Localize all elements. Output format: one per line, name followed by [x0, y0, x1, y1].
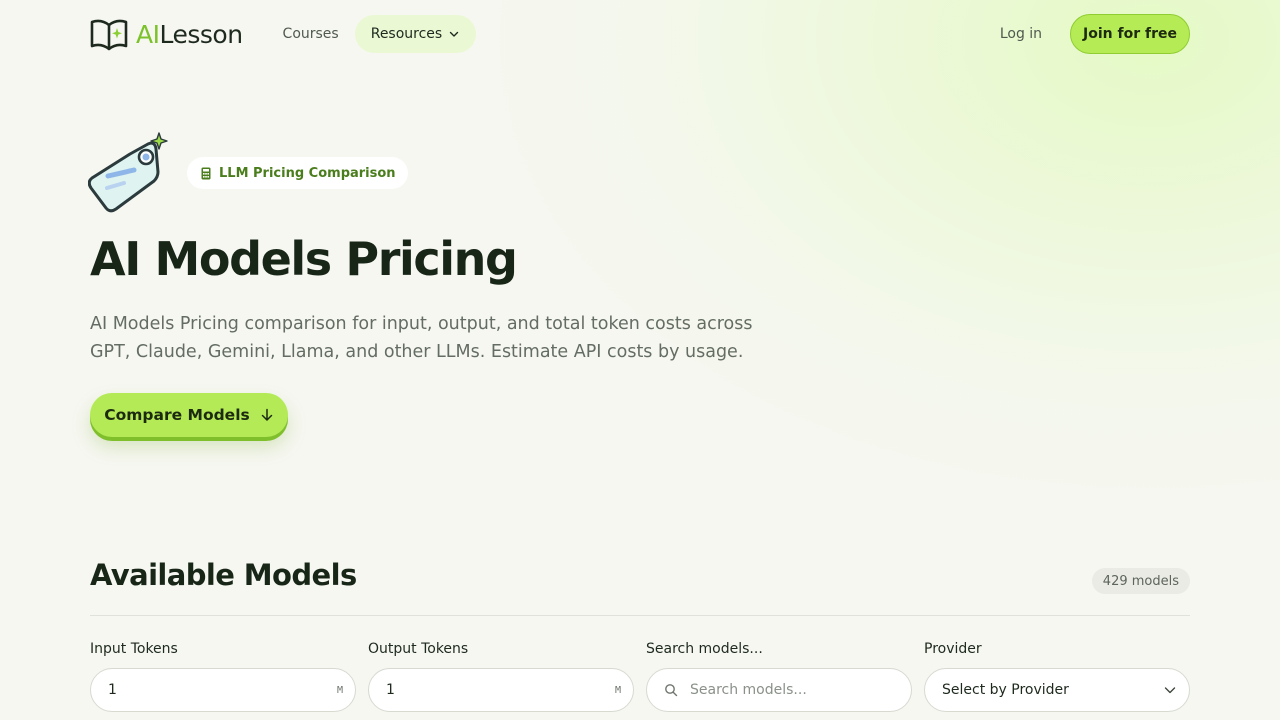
input-tokens-field: Input Tokens 1 M	[90, 641, 356, 712]
page: AILesson Courses Resources Log in Join f…	[0, 0, 1280, 720]
nav-courses[interactable]: Courses	[273, 15, 349, 53]
input-tokens-input[interactable]: 1 M	[90, 668, 356, 712]
section-divider	[90, 615, 1190, 616]
output-tokens-field: Output Tokens 1 M	[368, 641, 634, 712]
page-title: AI Models Pricing	[90, 232, 518, 286]
nav-resources-label: Resources	[370, 26, 443, 42]
calculator-icon	[201, 167, 211, 179]
search-label: Search models...	[646, 641, 763, 657]
provider-select[interactable]: Select by Provider	[924, 668, 1190, 712]
join-button[interactable]: Join for free	[1070, 14, 1190, 54]
pricing-badge-label: LLM Pricing Comparison	[219, 165, 396, 181]
compare-models-button[interactable]: Compare Models	[90, 393, 288, 437]
logo[interactable]: AILesson	[90, 17, 243, 51]
login-link[interactable]: Log in	[1000, 26, 1042, 42]
logo-text-ai: AI	[136, 19, 160, 49]
search-input[interactable]	[690, 682, 899, 698]
output-tokens-value: 1	[386, 682, 395, 698]
chevron-down-icon	[450, 31, 459, 37]
output-tokens-unit: M	[614, 684, 621, 696]
output-tokens-input[interactable]: 1 M	[368, 668, 634, 712]
output-tokens-label: Output Tokens	[368, 641, 469, 657]
input-tokens-unit: M	[336, 684, 343, 696]
page-description: AI Models Pricing comparison for input, …	[90, 314, 753, 362]
model-count-badge: 429 models	[1091, 568, 1190, 594]
nav-resources[interactable]: Resources	[354, 15, 477, 53]
price-tag-icon	[88, 132, 168, 213]
logo-text-lesson: Lesson	[159, 19, 243, 49]
main-nav: Courses Resources	[273, 15, 477, 53]
pricing-badge: LLM Pricing Comparison	[187, 157, 408, 189]
input-tokens-value: 1	[108, 682, 117, 698]
chevron-down-icon	[1164, 687, 1176, 694]
header-actions: Log in Join for free	[1000, 14, 1190, 54]
section-title: Available Models	[90, 558, 357, 592]
provider-select-value: Select by Provider	[942, 682, 1069, 698]
logo-text: AILesson	[136, 22, 243, 47]
compare-models-label: Compare Models	[104, 406, 250, 424]
search-box	[646, 668, 912, 712]
search-icon	[665, 684, 678, 697]
site-header: AILesson Courses Resources Log in Join f…	[90, 14, 1190, 54]
input-tokens-label: Input Tokens	[90, 641, 178, 657]
arrow-down-icon	[261, 408, 272, 421]
provider-field: Provider Select by Provider	[924, 641, 1190, 712]
provider-label: Provider	[924, 641, 982, 657]
open-book-sparkle-icon	[90, 19, 128, 51]
search-field: Search models...	[646, 641, 912, 712]
